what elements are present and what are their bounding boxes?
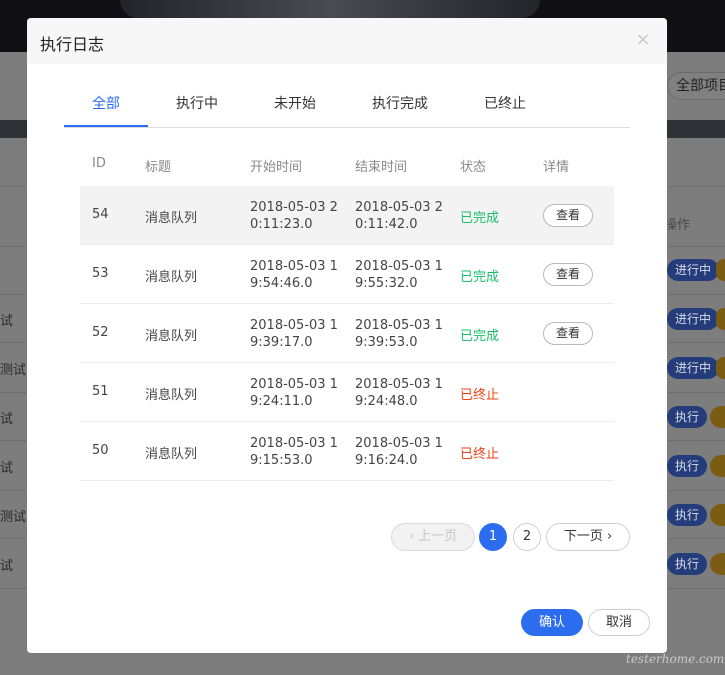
row-end-time: 2018-05-03 20:11:42.0 xyxy=(355,200,443,232)
status-tabs: 全部 执行中 未开始 执行完成 已终止 xyxy=(64,93,630,128)
log-table: ID 标题 开始时间 结束时间 状态 详情 54 消息队列 2018-05-03… xyxy=(80,146,614,481)
view-detail-button[interactable]: 查看 xyxy=(543,204,593,227)
table-header: ID 标题 开始时间 结束时间 状态 详情 xyxy=(80,146,614,186)
status-badge: 已完成 xyxy=(460,329,500,344)
row-title: 消息队列 xyxy=(145,447,198,462)
status-badge: 已完成 xyxy=(460,270,500,285)
row-id: 53 xyxy=(92,266,109,281)
project-filter-select[interactable]: 全部项目 xyxy=(667,72,725,100)
row-title: 消息队列 xyxy=(145,270,198,285)
row-title: 消息队列 xyxy=(145,388,198,403)
row-title: 消息队列 xyxy=(145,329,198,344)
modal-header: 执行日志 × xyxy=(27,18,667,64)
table-row: 50 消息队列 2018-05-03 19:15:53.0 2018-05-03… xyxy=(80,422,614,481)
row-start-time: 2018-05-03 19:54:46.0 xyxy=(250,259,338,291)
actions-column-header: 操作 xyxy=(664,218,691,233)
bg-row-name: 试 xyxy=(0,314,14,329)
bg-running-badge[interactable]: 进行中 xyxy=(667,308,720,330)
bg-secondary-button[interactable] xyxy=(710,553,725,575)
bg-execute-button[interactable]: 执行 xyxy=(667,553,708,575)
row-id: 54 xyxy=(92,207,109,222)
watermark: testerhome.com xyxy=(626,652,725,666)
view-detail-button[interactable]: 查看 xyxy=(543,263,593,286)
cancel-button[interactable]: 取消 xyxy=(588,609,650,636)
tab-running[interactable]: 执行中 xyxy=(176,93,218,127)
table-row: 53 消息队列 2018-05-03 19:54:46.0 2018-05-03… xyxy=(80,245,614,304)
status-badge: 已终止 xyxy=(460,388,500,403)
row-id: 51 xyxy=(92,384,109,399)
row-start-time: 2018-05-03 19:39:17.0 xyxy=(250,318,338,350)
tab-terminated[interactable]: 已终止 xyxy=(484,93,526,127)
tab-all[interactable]: 全部 xyxy=(92,93,120,127)
bg-execute-button[interactable]: 执行 xyxy=(667,406,708,428)
execution-log-modal: 执行日志 × 全部 执行中 未开始 执行完成 已终止 ID 标题 开始时间 结束… xyxy=(27,18,667,653)
modal-title: 执行日志 xyxy=(40,35,105,54)
view-detail-button[interactable]: 查看 xyxy=(543,322,593,345)
status-badge: 已终止 xyxy=(460,447,500,462)
bg-running-badge[interactable]: 进行中 xyxy=(667,357,720,379)
row-end-time: 2018-05-03 19:16:24.0 xyxy=(355,436,443,468)
table-row: 51 消息队列 2018-05-03 19:24:11.0 2018-05-03… xyxy=(80,363,614,422)
row-title: 消息队列 xyxy=(145,211,198,226)
close-icon[interactable]: × xyxy=(635,31,651,49)
column-header-title: 标题 xyxy=(145,160,172,175)
page-button-1[interactable]: 1 xyxy=(479,523,507,551)
row-start-time: 2018-05-03 19:24:11.0 xyxy=(250,377,338,409)
row-start-time: 2018-05-03 19:15:53.0 xyxy=(250,436,338,468)
column-header-end-time: 结束时间 xyxy=(355,160,408,175)
next-page-label: 下一页 xyxy=(563,529,603,544)
column-header-start-time: 开始时间 xyxy=(250,160,303,175)
tab-completed[interactable]: 执行完成 xyxy=(372,93,428,127)
row-id: 50 xyxy=(92,443,109,458)
bg-row-name: 测试 xyxy=(0,363,27,378)
bg-secondary-button[interactable] xyxy=(716,308,725,330)
table-row: 54 消息队列 2018-05-03 20:11:23.0 2018-05-03… xyxy=(80,186,614,245)
bg-row-name: 测试 xyxy=(0,510,27,525)
column-header-detail: 详情 xyxy=(543,160,570,175)
chevron-right-icon: › xyxy=(606,529,613,544)
bg-secondary-button[interactable] xyxy=(716,259,725,281)
prev-page-button[interactable]: ‹ 上一页 xyxy=(391,523,475,551)
bg-row-name: 试 xyxy=(0,412,14,427)
row-end-time: 2018-05-03 19:55:32.0 xyxy=(355,259,443,291)
bg-secondary-button[interactable] xyxy=(716,357,725,379)
background-banner xyxy=(120,0,540,18)
row-end-time: 2018-05-03 19:39:53.0 xyxy=(355,318,443,350)
table-row: 52 消息队列 2018-05-03 19:39:17.0 2018-05-03… xyxy=(80,304,614,363)
active-tab-indicator xyxy=(64,125,148,127)
confirm-button[interactable]: 确认 xyxy=(521,609,583,636)
chevron-left-icon: ‹ xyxy=(408,529,415,544)
bg-row-name: 试 xyxy=(0,559,14,574)
column-header-id: ID xyxy=(92,156,106,171)
bg-secondary-button[interactable] xyxy=(710,406,725,428)
column-header-status: 状态 xyxy=(460,160,487,175)
tab-not-started[interactable]: 未开始 xyxy=(274,93,316,127)
bg-row-name: 试 xyxy=(0,461,14,476)
next-page-button[interactable]: 下一页 › xyxy=(546,523,630,551)
bg-execute-button[interactable]: 执行 xyxy=(667,504,708,526)
bg-secondary-button[interactable] xyxy=(710,455,725,477)
bg-execute-button[interactable]: 执行 xyxy=(667,455,708,477)
row-start-time: 2018-05-03 20:11:23.0 xyxy=(250,200,338,232)
page-button-2[interactable]: 2 xyxy=(513,523,541,551)
row-id: 52 xyxy=(92,325,109,340)
bg-running-badge[interactable]: 进行中 xyxy=(667,259,720,281)
row-end-time: 2018-05-03 19:24:48.0 xyxy=(355,377,443,409)
bg-secondary-button[interactable] xyxy=(710,504,725,526)
status-badge: 已完成 xyxy=(460,211,500,226)
prev-page-label: 上一页 xyxy=(418,529,458,544)
